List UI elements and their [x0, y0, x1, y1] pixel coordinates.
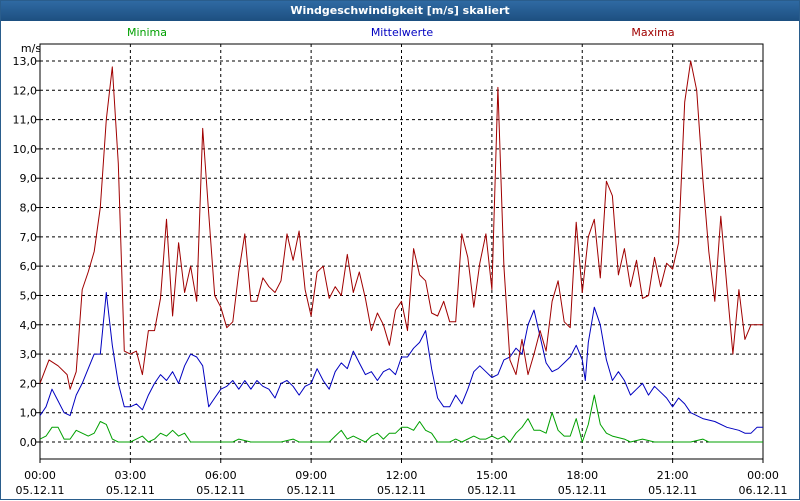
x-tick-date-label: 05.12.11 — [377, 484, 426, 497]
y-tick-label: 4,0 — [20, 319, 38, 332]
x-tick-time-label: 18:00 — [566, 469, 598, 482]
chart-svg: 0,0 1,0 2,0 3,0 4,0 5,0 6,0 7,0 8,0 9,0 10,0 11,0 12… — [13, 26, 788, 497]
y-tick-label: 12,0 — [13, 84, 38, 97]
x-tick-time-label: 00:00 — [747, 469, 779, 482]
legend-entry-maxima: Maxima — [631, 26, 674, 39]
y-tick-label: 13,0 — [13, 55, 38, 68]
y-tick-label: 2,0 — [20, 377, 38, 390]
x-tick-date-label: 05.12.11 — [196, 484, 245, 497]
legend-entry-mittelwerte: Mittelwerte — [371, 26, 434, 39]
x-tick-time-label: 06:00 — [205, 469, 237, 482]
x-tick-time-label: 09:00 — [295, 469, 327, 482]
y-tick-label: 9,0 — [20, 172, 38, 185]
y-tick-label: 3,0 — [20, 348, 38, 361]
y-tick-label: 8,0 — [20, 202, 38, 215]
y-tick-label: 7,0 — [20, 231, 38, 244]
y-tick-label: 10,0 — [13, 143, 38, 156]
x-tick-time-label: 21:00 — [657, 469, 689, 482]
legend-entry-minima: Minima — [127, 26, 167, 39]
y-axis-label: m/s — [21, 42, 41, 55]
chart-window: Windgeschwindigkeit [m/s] skaliert 0,0 1,… — [0, 0, 800, 500]
x-tick-date-label: 05.12.11 — [558, 484, 607, 497]
x-tick-time-label: 00:00 — [24, 469, 56, 482]
x-tick-time-label: 12:00 — [386, 469, 418, 482]
x-tick-date-label: 05.12.11 — [16, 484, 65, 497]
x-tick-date-label: 05.12.11 — [648, 484, 697, 497]
x-tick-date-label: 05.12.11 — [467, 484, 516, 497]
x-tick-time-label: 03:00 — [115, 469, 147, 482]
x-tick-date-label: 05.12.11 — [106, 484, 155, 497]
y-tick-label: 5,0 — [20, 289, 38, 302]
x-tick-time-label: 15:00 — [476, 469, 508, 482]
y-tick-label: 11,0 — [13, 114, 38, 127]
y-tick-label: 0,0 — [20, 436, 38, 449]
y-tick-label: 1,0 — [20, 407, 38, 420]
y-tick-label: 6,0 — [20, 260, 38, 273]
x-tick-date-label: 05.12.11 — [287, 484, 336, 497]
x-tick-date-label: 06.12.11 — [739, 484, 788, 497]
